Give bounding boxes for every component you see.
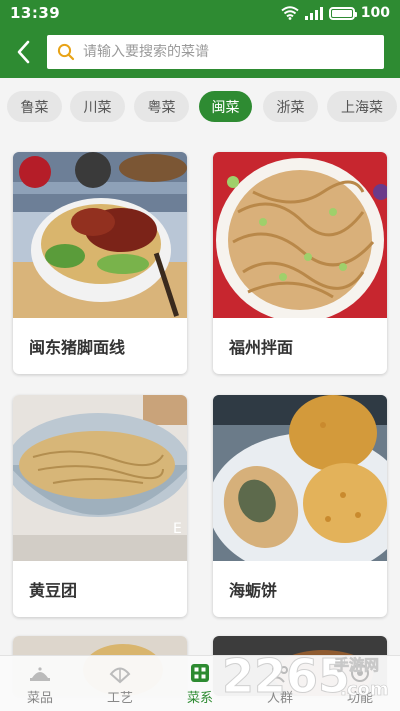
oyster-cake-photo — [213, 395, 387, 561]
search-input[interactable] — [83, 44, 373, 60]
tab-zhe[interactable]: 浙菜 — [263, 91, 318, 122]
watermark-suffix: 手游网 — [334, 656, 379, 674]
dish-name: 福州拌面 — [229, 338, 294, 357]
signal-icon — [304, 6, 323, 20]
status-time: 13:39 — [10, 4, 61, 22]
grid-icon — [191, 664, 209, 682]
craft-fan-icon — [109, 667, 131, 684]
watermark-brand: 2265 — [222, 649, 350, 703]
tab-min[interactable]: 闽菜 — [199, 91, 252, 122]
soybean-ball-photo: E — [13, 395, 187, 561]
fuzhou-mixed-noodles-photo — [213, 152, 387, 318]
tab-label: 鲁菜 — [20, 99, 49, 116]
nav-craft[interactable]: 工艺 — [80, 656, 160, 711]
top-app-bar — [0, 26, 400, 78]
dish-card[interactable]: E 黄豆团 — [13, 395, 187, 617]
battery-icon — [328, 6, 357, 20]
tab-label: 上海菜 — [341, 99, 383, 116]
tab-chuan[interactable]: 川菜 — [70, 91, 125, 122]
pork-trotter-noodles-photo — [13, 152, 187, 318]
tab-shanghai[interactable]: 上海菜 — [327, 91, 397, 122]
svg-text:E: E — [173, 521, 182, 537]
wifi-icon — [281, 6, 299, 20]
nav-dishes[interactable]: 菜品 — [0, 656, 80, 711]
nav-label: 工艺 — [106, 691, 133, 706]
status-icons: 100 — [281, 5, 390, 21]
tab-label: 粤菜 — [147, 99, 176, 116]
search-box[interactable] — [47, 35, 384, 69]
cuisine-tabs: 鲁菜 川菜 粤菜 闽菜 浙菜 上海菜 — [0, 78, 400, 134]
tab-label: 浙菜 — [276, 99, 305, 116]
dish-cover-icon — [30, 667, 50, 681]
tab-lu[interactable]: 鲁菜 — [7, 91, 62, 122]
watermark-logo: 2265 手游网 .com — [222, 649, 389, 704]
status-bar: 13:39 100 — [0, 0, 400, 26]
dish-name: 闽东猪脚面线 — [29, 338, 126, 357]
search-icon — [57, 43, 75, 61]
nav-label: 菜品 — [26, 691, 53, 706]
dish-card[interactable]: 福州拌面 — [213, 152, 387, 374]
dish-name: 海蛎饼 — [229, 581, 278, 600]
dish-name: 黄豆团 — [29, 581, 78, 600]
tab-label: 川菜 — [83, 99, 112, 116]
back-button[interactable] — [0, 26, 46, 78]
battery-percent: 100 — [360, 5, 390, 21]
tab-label: 闽菜 — [211, 99, 240, 116]
watermark-site: .com — [340, 679, 389, 700]
back-arrow-icon — [17, 40, 30, 64]
tab-yue[interactable]: 粤菜 — [134, 91, 189, 122]
nav-label: 菜系 — [186, 691, 213, 706]
dish-card[interactable]: 海蛎饼 — [213, 395, 387, 617]
dish-card[interactable]: 闽东猪脚面线 — [13, 152, 187, 374]
